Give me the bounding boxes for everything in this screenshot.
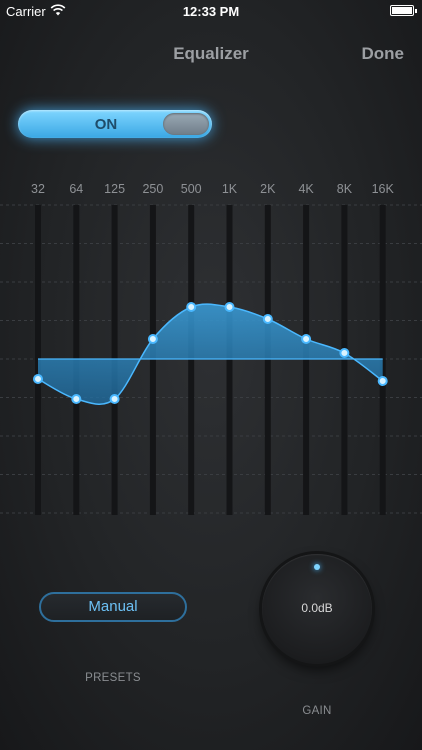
band-slider-track-8K[interactable] bbox=[341, 205, 348, 515]
gain-caption: GAIN bbox=[302, 705, 332, 717]
band-handle-16K[interactable] bbox=[377, 376, 388, 386]
presets-button[interactable]: Manual bbox=[39, 592, 187, 622]
band-handle-4K[interactable] bbox=[301, 334, 312, 344]
gain-value: 0.0dB bbox=[301, 601, 333, 615]
band-slider-track-4K[interactable] bbox=[303, 205, 310, 515]
band-handle-64[interactable] bbox=[71, 394, 82, 404]
band-handle-8K[interactable] bbox=[339, 348, 350, 358]
band-handle-2K[interactable] bbox=[262, 314, 273, 324]
band-handle-500[interactable] bbox=[186, 302, 197, 312]
band-slider-track-1K[interactable] bbox=[226, 205, 233, 515]
band-handle-1K[interactable] bbox=[224, 302, 235, 312]
presets-caption: PRESETS bbox=[85, 672, 141, 684]
band-handle-32[interactable] bbox=[33, 374, 43, 384]
eq-curve bbox=[37, 303, 384, 406]
band-handle-125[interactable] bbox=[109, 394, 120, 404]
band-slider-track-2K[interactable] bbox=[264, 205, 271, 515]
equalizer-graph[interactable] bbox=[0, 0, 422, 560]
band-handle-250[interactable] bbox=[147, 334, 158, 344]
gain-indicator-dot bbox=[314, 564, 320, 570]
band-slider-track-500[interactable] bbox=[188, 205, 195, 515]
gain-knob[interactable]: 0.0dB bbox=[262, 554, 372, 664]
eq-curve-area bbox=[38, 304, 383, 405]
band-slider-track-250[interactable] bbox=[149, 205, 156, 515]
